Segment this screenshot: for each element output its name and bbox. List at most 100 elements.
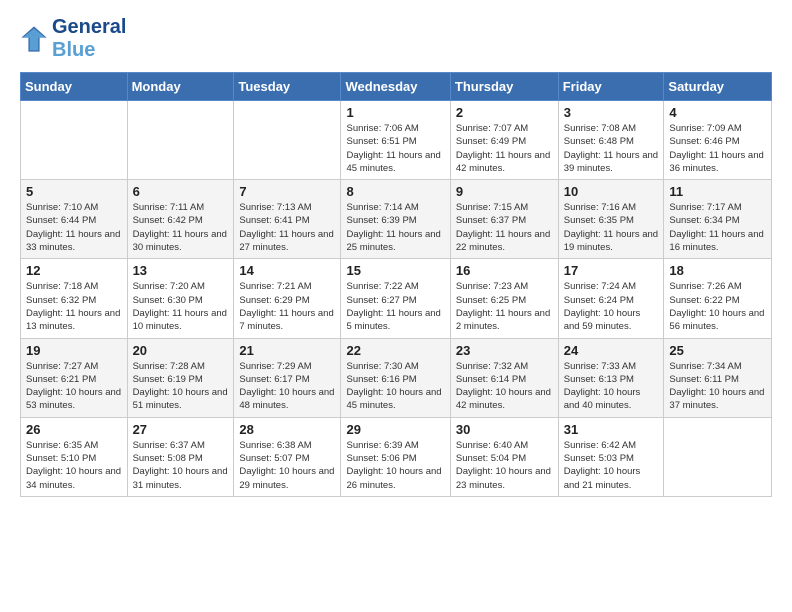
day-info: Sunrise: 7:18 AM Sunset: 6:32 PM Dayligh…	[26, 280, 122, 333]
calendar-cell: 19Sunrise: 7:27 AM Sunset: 6:21 PM Dayli…	[21, 338, 128, 417]
day-info: Sunrise: 7:08 AM Sunset: 6:48 PM Dayligh…	[564, 122, 659, 175]
day-info: Sunrise: 7:28 AM Sunset: 6:19 PM Dayligh…	[133, 360, 229, 413]
day-number: 8	[346, 184, 444, 199]
day-number: 7	[239, 184, 335, 199]
day-info: Sunrise: 7:30 AM Sunset: 6:16 PM Dayligh…	[346, 360, 444, 413]
calendar-cell: 8 Sunrise: 7:14 AM Sunset: 6:39 PM Daylig…	[341, 180, 450, 259]
day-number: 21	[239, 343, 335, 358]
day-number: 11	[669, 184, 766, 199]
day-number: 22	[346, 343, 444, 358]
day-info: Sunrise: 7:32 AM Sunset: 6:14 PM Dayligh…	[456, 360, 553, 413]
calendar-week-row: 1Sunrise: 7:06 AM Sunset: 6:51 PM Daylig…	[21, 101, 772, 180]
weekday-header-sunday: Sunday	[21, 73, 128, 101]
logo-text-line1: General	[52, 16, 126, 39]
calendar-cell: 26 Sunrise: 6:35 AM Sunset: 5:10 PM Dayli…	[21, 417, 128, 496]
day-number: 4	[669, 105, 766, 120]
day-info: Sunrise: 7:10 AM Sunset: 6:44 PM Dayligh…	[26, 201, 122, 254]
day-number: 23	[456, 343, 553, 358]
day-info: Sunrise: 7:17 AM Sunset: 6:34 PM Dayligh…	[669, 201, 766, 254]
calendar-cell: 20 Sunrise: 7:28 AM Sunset: 6:19 PM Dayli…	[127, 338, 234, 417]
calendar-cell: 9 Sunrise: 7:15 AM Sunset: 6:37 PM Daylig…	[450, 180, 558, 259]
day-info: Sunrise: 7:13 AM Sunset: 6:41 PM Dayligh…	[239, 201, 335, 254]
logo-text-line2: Blue	[52, 39, 126, 62]
day-info: Sunrise: 7:15 AM Sunset: 6:37 PM Dayligh…	[456, 201, 553, 254]
day-info: Sunrise: 6:42 AM Sunset: 5:03 PM Dayligh…	[564, 439, 659, 492]
day-info: Sunrise: 7:33 AM Sunset: 6:13 PM Dayligh…	[564, 360, 659, 413]
day-info: Sunrise: 7:26 AM Sunset: 6:22 PM Dayligh…	[669, 280, 766, 333]
calendar-cell	[664, 417, 772, 496]
weekday-header-friday: Friday	[558, 73, 664, 101]
day-number: 1	[346, 105, 444, 120]
calendar-cell: 27 Sunrise: 6:37 AM Sunset: 5:08 PM Dayli…	[127, 417, 234, 496]
header: General Blue	[20, 16, 772, 62]
calendar-cell	[127, 101, 234, 180]
calendar-cell: 30 Sunrise: 6:40 AM Sunset: 5:04 PM Dayli…	[450, 417, 558, 496]
day-number: 13	[133, 263, 229, 278]
calendar-week-row: 12 Sunrise: 7:18 AM Sunset: 6:32 PM Dayli…	[21, 259, 772, 338]
day-info: Sunrise: 6:39 AM Sunset: 5:06 PM Dayligh…	[346, 439, 444, 492]
weekday-header-saturday: Saturday	[664, 73, 772, 101]
calendar-cell: 25 Sunrise: 7:34 AM Sunset: 6:11 PM Dayli…	[664, 338, 772, 417]
calendar-cell: 14 Sunrise: 7:21 AM Sunset: 6:29 PM Dayli…	[234, 259, 341, 338]
day-number: 20	[133, 343, 229, 358]
day-info: Sunrise: 7:16 AM Sunset: 6:35 PM Dayligh…	[564, 201, 659, 254]
day-info: Sunrise: 7:29 AM Sunset: 6:17 PM Dayligh…	[239, 360, 335, 413]
calendar-cell: 12 Sunrise: 7:18 AM Sunset: 6:32 PM Dayli…	[21, 259, 128, 338]
calendar-cell: 15 Sunrise: 7:22 AM Sunset: 6:27 PM Dayli…	[341, 259, 450, 338]
day-number: 27	[133, 422, 229, 437]
day-info: Sunrise: 7:24 AM Sunset: 6:24 PM Dayligh…	[564, 280, 659, 333]
calendar-cell: 6Sunrise: 7:11 AM Sunset: 6:42 PM Daylig…	[127, 180, 234, 259]
day-number: 26	[26, 422, 122, 437]
day-number: 19	[26, 343, 122, 358]
calendar-cell: 7 Sunrise: 7:13 AM Sunset: 6:41 PM Daylig…	[234, 180, 341, 259]
calendar-cell: 3 Sunrise: 7:08 AM Sunset: 6:48 PM Daylig…	[558, 101, 664, 180]
day-number: 17	[564, 263, 659, 278]
calendar-cell: 13Sunrise: 7:20 AM Sunset: 6:30 PM Dayli…	[127, 259, 234, 338]
day-info: Sunrise: 7:23 AM Sunset: 6:25 PM Dayligh…	[456, 280, 553, 333]
calendar-cell: 29 Sunrise: 6:39 AM Sunset: 5:06 PM Dayli…	[341, 417, 450, 496]
calendar-cell: 24 Sunrise: 7:33 AM Sunset: 6:13 PM Dayli…	[558, 338, 664, 417]
day-number: 3	[564, 105, 659, 120]
day-number: 2	[456, 105, 553, 120]
calendar-week-row: 26 Sunrise: 6:35 AM Sunset: 5:10 PM Dayli…	[21, 417, 772, 496]
day-number: 29	[346, 422, 444, 437]
calendar-cell: 23 Sunrise: 7:32 AM Sunset: 6:14 PM Dayli…	[450, 338, 558, 417]
day-info: Sunrise: 6:38 AM Sunset: 5:07 PM Dayligh…	[239, 439, 335, 492]
weekday-header-row: SundayMondayTuesdayWednesdayThursdayFrid…	[21, 73, 772, 101]
calendar-cell: 5Sunrise: 7:10 AM Sunset: 6:44 PM Daylig…	[21, 180, 128, 259]
day-number: 28	[239, 422, 335, 437]
day-info: Sunrise: 6:37 AM Sunset: 5:08 PM Dayligh…	[133, 439, 229, 492]
calendar-cell: 16 Sunrise: 7:23 AM Sunset: 6:25 PM Dayli…	[450, 259, 558, 338]
day-info: Sunrise: 6:40 AM Sunset: 5:04 PM Dayligh…	[456, 439, 553, 492]
day-info: Sunrise: 7:07 AM Sunset: 6:49 PM Dayligh…	[456, 122, 553, 175]
day-info: Sunrise: 7:11 AM Sunset: 6:42 PM Dayligh…	[133, 201, 229, 254]
day-number: 31	[564, 422, 659, 437]
page: General Blue SundayMondayTuesdayWednesda…	[0, 0, 792, 513]
day-number: 10	[564, 184, 659, 199]
day-number: 30	[456, 422, 553, 437]
day-number: 18	[669, 263, 766, 278]
calendar-cell: 18 Sunrise: 7:26 AM Sunset: 6:22 PM Dayli…	[664, 259, 772, 338]
weekday-header-thursday: Thursday	[450, 73, 558, 101]
calendar-cell: 2 Sunrise: 7:07 AM Sunset: 6:49 PM Daylig…	[450, 101, 558, 180]
day-number: 16	[456, 263, 553, 278]
day-number: 24	[564, 343, 659, 358]
calendar-cell: 28 Sunrise: 6:38 AM Sunset: 5:07 PM Dayli…	[234, 417, 341, 496]
day-info: Sunrise: 7:09 AM Sunset: 6:46 PM Dayligh…	[669, 122, 766, 175]
day-info: Sunrise: 7:21 AM Sunset: 6:29 PM Dayligh…	[239, 280, 335, 333]
day-number: 15	[346, 263, 444, 278]
calendar-cell	[21, 101, 128, 180]
calendar-cell: 1Sunrise: 7:06 AM Sunset: 6:51 PM Daylig…	[341, 101, 450, 180]
day-info: Sunrise: 7:22 AM Sunset: 6:27 PM Dayligh…	[346, 280, 444, 333]
calendar-cell: 10 Sunrise: 7:16 AM Sunset: 6:35 PM Dayli…	[558, 180, 664, 259]
calendar-cell: 31 Sunrise: 6:42 AM Sunset: 5:03 PM Dayli…	[558, 417, 664, 496]
day-number: 25	[669, 343, 766, 358]
day-number: 12	[26, 263, 122, 278]
calendar-cell	[234, 101, 341, 180]
day-info: Sunrise: 7:34 AM Sunset: 6:11 PM Dayligh…	[669, 360, 766, 413]
day-number: 9	[456, 184, 553, 199]
day-info: Sunrise: 6:35 AM Sunset: 5:10 PM Dayligh…	[26, 439, 122, 492]
day-number: 14	[239, 263, 335, 278]
logo-icon	[20, 25, 48, 53]
day-info: Sunrise: 7:14 AM Sunset: 6:39 PM Dayligh…	[346, 201, 444, 254]
